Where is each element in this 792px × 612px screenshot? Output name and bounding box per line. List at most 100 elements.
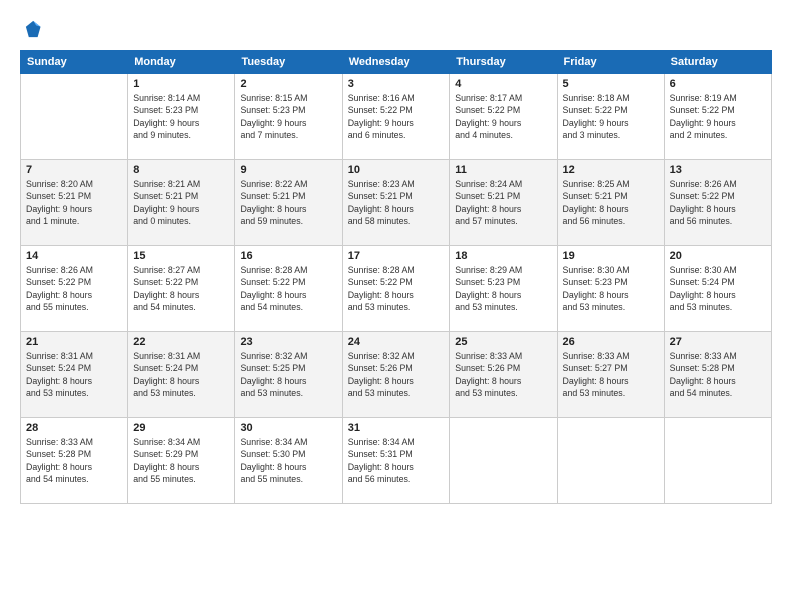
calendar-cell: 5 Sunrise: 8:18 AM Sunset: 5:22 PM Daylig… bbox=[557, 74, 664, 160]
calendar-cell: 29 Sunrise: 8:34 AM Sunset: 5:29 PM Dayli… bbox=[128, 418, 235, 504]
calendar-cell: 20Sunrise: 8:30 AM Sunset: 5:24 PM Dayli… bbox=[664, 246, 771, 332]
day-info: Sunrise: 8:17 AM Sunset: 5:22 PM Dayligh… bbox=[455, 92, 551, 141]
day-info: Sunrise: 8:34 AM Sunset: 5:29 PM Dayligh… bbox=[133, 436, 229, 485]
col-header-sunday: Sunday bbox=[21, 51, 128, 74]
day-info: Sunrise: 8:33 AM Sunset: 5:28 PM Dayligh… bbox=[26, 436, 122, 485]
day-number: 9 bbox=[240, 164, 336, 176]
calendar-cell: 18 Sunrise: 8:29 AM Sunset: 5:23 PM Dayli… bbox=[450, 246, 557, 332]
day-info: Sunrise: 8:28 AM Sunset: 5:22 PM Dayligh… bbox=[348, 264, 445, 313]
day-info: Sunrise: 8:29 AM Sunset: 5:23 PM Dayligh… bbox=[455, 264, 551, 313]
day-number: 29 bbox=[133, 422, 229, 434]
day-number: 18 bbox=[455, 250, 551, 262]
day-number: 6 bbox=[670, 78, 766, 90]
day-info: Sunrise: 8:31 AM Sunset: 5:24 PM Dayligh… bbox=[133, 350, 229, 399]
calendar-cell bbox=[450, 418, 557, 504]
calendar-cell: 15 Sunrise: 8:27 AM Sunset: 5:22 PM Dayli… bbox=[128, 246, 235, 332]
logo-icon bbox=[20, 18, 42, 40]
calendar-cell: 28 Sunrise: 8:33 AM Sunset: 5:28 PM Dayli… bbox=[21, 418, 128, 504]
day-info: Sunrise: 8:21 AM Sunset: 5:21 PM Dayligh… bbox=[133, 178, 229, 227]
day-number: 25 bbox=[455, 336, 551, 348]
day-number: 31 bbox=[348, 422, 445, 434]
day-info: Sunrise: 8:33 AM Sunset: 5:27 PM Dayligh… bbox=[563, 350, 659, 399]
calendar-cell: 10 Sunrise: 8:23 AM Sunset: 5:21 PM Dayli… bbox=[342, 160, 450, 246]
calendar-cell: 7 Sunrise: 8:20 AM Sunset: 5:21 PM Daylig… bbox=[21, 160, 128, 246]
day-info: Sunrise: 8:14 AM Sunset: 5:23 PM Dayligh… bbox=[133, 92, 229, 141]
day-number: 2 bbox=[240, 78, 336, 90]
day-number: 3 bbox=[348, 78, 445, 90]
day-number: 7 bbox=[26, 164, 122, 176]
day-number: 1 bbox=[133, 78, 229, 90]
calendar-cell: 13 Sunrise: 8:26 AM Sunset: 5:22 PM Dayli… bbox=[664, 160, 771, 246]
calendar-header-row: SundayMondayTuesdayWednesdayThursdayFrid… bbox=[21, 51, 772, 74]
day-number: 30 bbox=[240, 422, 336, 434]
day-info: Sunrise: 8:20 AM Sunset: 5:21 PM Dayligh… bbox=[26, 178, 122, 227]
day-number: 13 bbox=[670, 164, 766, 176]
calendar-cell: 4 Sunrise: 8:17 AM Sunset: 5:22 PM Daylig… bbox=[450, 74, 557, 160]
calendar-cell: 26Sunrise: 8:33 AM Sunset: 5:27 PM Dayli… bbox=[557, 332, 664, 418]
header bbox=[20, 18, 772, 40]
day-info: Sunrise: 8:27 AM Sunset: 5:22 PM Dayligh… bbox=[133, 264, 229, 313]
col-header-monday: Monday bbox=[128, 51, 235, 74]
col-header-thursday: Thursday bbox=[450, 51, 557, 74]
day-number: 11 bbox=[455, 164, 551, 176]
day-number: 15 bbox=[133, 250, 229, 262]
day-number: 22 bbox=[133, 336, 229, 348]
calendar-cell: 22 Sunrise: 8:31 AM Sunset: 5:24 PM Dayli… bbox=[128, 332, 235, 418]
calendar-week-4: 21 Sunrise: 8:31 AM Sunset: 5:24 PM Dayli… bbox=[21, 332, 772, 418]
day-info: Sunrise: 8:23 AM Sunset: 5:21 PM Dayligh… bbox=[348, 178, 445, 227]
day-info: Sunrise: 8:26 AM Sunset: 5:22 PM Dayligh… bbox=[26, 264, 122, 313]
day-info: Sunrise: 8:22 AM Sunset: 5:21 PM Dayligh… bbox=[240, 178, 336, 227]
day-info: Sunrise: 8:28 AM Sunset: 5:22 PM Dayligh… bbox=[240, 264, 336, 313]
calendar-week-5: 28 Sunrise: 8:33 AM Sunset: 5:28 PM Dayli… bbox=[21, 418, 772, 504]
calendar-cell: 25 Sunrise: 8:33 AM Sunset: 5:26 PM Dayli… bbox=[450, 332, 557, 418]
calendar-week-1: 1 Sunrise: 8:14 AM Sunset: 5:23 PM Daylig… bbox=[21, 74, 772, 160]
day-info: Sunrise: 8:32 AM Sunset: 5:26 PM Dayligh… bbox=[348, 350, 445, 399]
day-info: Sunrise: 8:34 AM Sunset: 5:31 PM Dayligh… bbox=[348, 436, 445, 485]
day-number: 10 bbox=[348, 164, 445, 176]
calendar-cell: 9 Sunrise: 8:22 AM Sunset: 5:21 PM Daylig… bbox=[235, 160, 342, 246]
day-info: Sunrise: 8:15 AM Sunset: 5:23 PM Dayligh… bbox=[240, 92, 336, 141]
day-info: Sunrise: 8:32 AM Sunset: 5:25 PM Dayligh… bbox=[240, 350, 336, 399]
day-number: 28 bbox=[26, 422, 122, 434]
day-info: Sunrise: 8:18 AM Sunset: 5:22 PM Dayligh… bbox=[563, 92, 659, 141]
calendar-cell: 11Sunrise: 8:24 AM Sunset: 5:21 PM Dayli… bbox=[450, 160, 557, 246]
calendar-cell: 30Sunrise: 8:34 AM Sunset: 5:30 PM Dayli… bbox=[235, 418, 342, 504]
day-info: Sunrise: 8:26 AM Sunset: 5:22 PM Dayligh… bbox=[670, 178, 766, 227]
calendar-cell: 6 Sunrise: 8:19 AM Sunset: 5:22 PM Daylig… bbox=[664, 74, 771, 160]
calendar-cell: 17 Sunrise: 8:28 AM Sunset: 5:22 PM Dayli… bbox=[342, 246, 450, 332]
calendar-cell: 1 Sunrise: 8:14 AM Sunset: 5:23 PM Daylig… bbox=[128, 74, 235, 160]
day-number: 20 bbox=[670, 250, 766, 262]
calendar-cell: 8 Sunrise: 8:21 AM Sunset: 5:21 PM Daylig… bbox=[128, 160, 235, 246]
calendar-cell: 21 Sunrise: 8:31 AM Sunset: 5:24 PM Dayli… bbox=[21, 332, 128, 418]
day-number: 21 bbox=[26, 336, 122, 348]
calendar-cell bbox=[557, 418, 664, 504]
calendar-week-3: 14 Sunrise: 8:26 AM Sunset: 5:22 PM Dayli… bbox=[21, 246, 772, 332]
day-info: Sunrise: 8:25 AM Sunset: 5:21 PM Dayligh… bbox=[563, 178, 659, 227]
calendar-cell: 24Sunrise: 8:32 AM Sunset: 5:26 PM Dayli… bbox=[342, 332, 450, 418]
day-number: 17 bbox=[348, 250, 445, 262]
calendar-cell bbox=[21, 74, 128, 160]
calendar-cell bbox=[664, 418, 771, 504]
day-info: Sunrise: 8:30 AM Sunset: 5:23 PM Dayligh… bbox=[563, 264, 659, 313]
day-number: 19 bbox=[563, 250, 659, 262]
col-header-wednesday: Wednesday bbox=[342, 51, 450, 74]
calendar-cell: 16 Sunrise: 8:28 AM Sunset: 5:22 PM Dayli… bbox=[235, 246, 342, 332]
calendar-cell: 3Sunrise: 8:16 AM Sunset: 5:22 PM Daylig… bbox=[342, 74, 450, 160]
page: SundayMondayTuesdayWednesdayThursdayFrid… bbox=[0, 0, 792, 612]
calendar-cell: 19 Sunrise: 8:30 AM Sunset: 5:23 PM Dayli… bbox=[557, 246, 664, 332]
day-info: Sunrise: 8:33 AM Sunset: 5:28 PM Dayligh… bbox=[670, 350, 766, 399]
day-number: 4 bbox=[455, 78, 551, 90]
calendar-cell: 23 Sunrise: 8:32 AM Sunset: 5:25 PM Dayli… bbox=[235, 332, 342, 418]
day-info: Sunrise: 8:33 AM Sunset: 5:26 PM Dayligh… bbox=[455, 350, 551, 399]
col-header-friday: Friday bbox=[557, 51, 664, 74]
day-number: 14 bbox=[26, 250, 122, 262]
col-header-saturday: Saturday bbox=[664, 51, 771, 74]
day-number: 23 bbox=[240, 336, 336, 348]
day-number: 12 bbox=[563, 164, 659, 176]
day-number: 16 bbox=[240, 250, 336, 262]
day-info: Sunrise: 8:31 AM Sunset: 5:24 PM Dayligh… bbox=[26, 350, 122, 399]
logo bbox=[20, 18, 46, 40]
day-number: 8 bbox=[133, 164, 229, 176]
day-number: 5 bbox=[563, 78, 659, 90]
day-info: Sunrise: 8:19 AM Sunset: 5:22 PM Dayligh… bbox=[670, 92, 766, 141]
